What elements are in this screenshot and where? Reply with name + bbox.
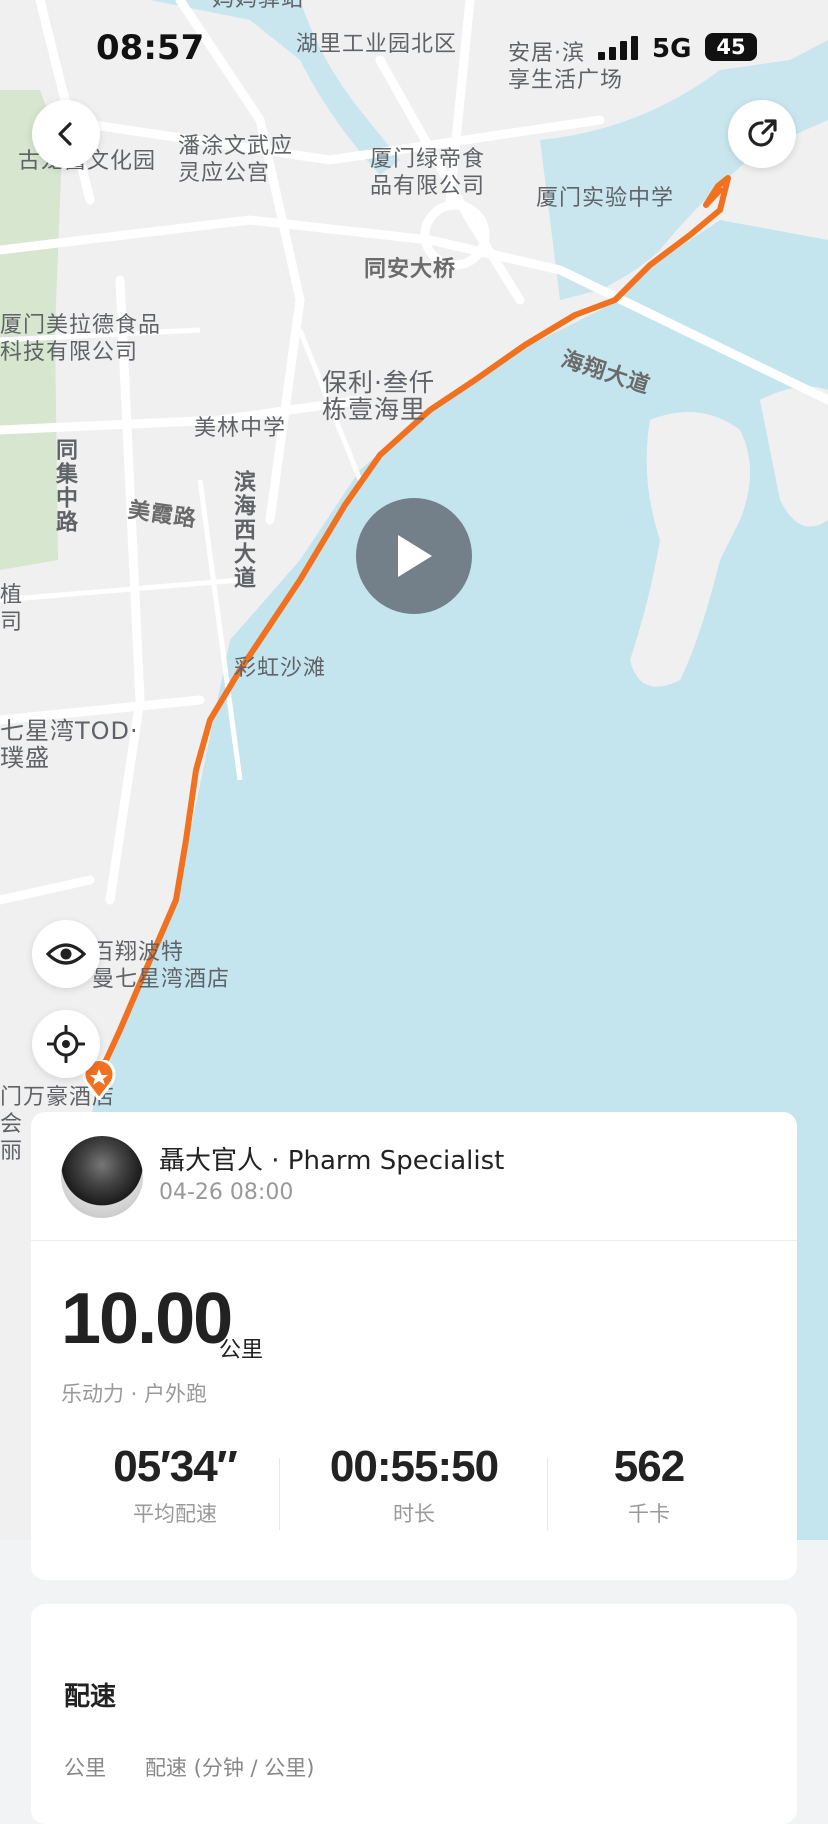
map-label: 百翔波特 曼七星湾酒店 bbox=[92, 940, 231, 992]
map-label: 保利·叁仟 栋壹海里 bbox=[322, 368, 435, 424]
stat-label: 平均配速 bbox=[133, 1502, 217, 1526]
pace-card: 配速 公里 配速 (分钟 / 公里) bbox=[31, 1604, 797, 1824]
distance-unit: 公里 bbox=[219, 1338, 264, 1363]
map-label: 厦门实验中学 bbox=[536, 186, 675, 211]
battery-icon: 45 bbox=[705, 33, 757, 61]
stat-label: 千卡 bbox=[628, 1502, 670, 1526]
map-label: 厦门绿帝食 品有限公司 bbox=[370, 147, 486, 199]
pace-col-km: 公里 bbox=[64, 1756, 106, 1780]
avatar[interactable] bbox=[61, 1136, 143, 1218]
map-label: 彩虹沙滩 bbox=[234, 656, 327, 681]
map-label: 滨海西大道 bbox=[230, 470, 255, 590]
stat-calories: 562 千卡 bbox=[531, 1442, 767, 1528]
map-label: 植 司 bbox=[0, 583, 24, 635]
map-label: 潘涂文武应 灵应公宫 bbox=[178, 134, 294, 186]
stat-divider bbox=[279, 1458, 280, 1530]
eye-icon bbox=[46, 943, 86, 965]
workout-summary-card: 聶大官人 · Pharm Specialist 04-26 08:00 10.0… bbox=[31, 1112, 797, 1580]
signal-icon bbox=[598, 36, 638, 60]
workout-datetime: 04-26 08:00 bbox=[159, 1180, 294, 1205]
status-time: 08:57 bbox=[96, 28, 205, 68]
stat-value: 562 bbox=[613, 1442, 685, 1491]
map-label: 同集中路 bbox=[52, 438, 77, 534]
back-button[interactable] bbox=[32, 100, 100, 168]
map-label: 同安大桥 bbox=[364, 257, 457, 282]
toggle-visibility-button[interactable] bbox=[32, 920, 100, 988]
map-label: 七星湾TOD· 璞盛 bbox=[0, 717, 139, 772]
pace-col-pace: 配速 (分钟 / 公里) bbox=[145, 1756, 315, 1780]
back-arrow-icon bbox=[58, 122, 72, 146]
network-type: 5G bbox=[652, 34, 692, 64]
locate-button[interactable] bbox=[32, 1010, 100, 1078]
stat-duration: 00:55:50 时长 bbox=[296, 1442, 532, 1528]
play-icon bbox=[398, 535, 432, 577]
play-route-button[interactable] bbox=[356, 498, 472, 614]
stat-label: 时长 bbox=[393, 1502, 435, 1526]
sport-type: 乐动力 · 户外跑 bbox=[61, 1382, 208, 1406]
locate-icon bbox=[47, 1025, 85, 1063]
stat-value: 00:55:50 bbox=[329, 1442, 499, 1491]
distance-value: 10.00 bbox=[61, 1279, 233, 1359]
stat-avg-pace: 05′34″ 平均配速 bbox=[57, 1442, 293, 1528]
pace-title: 配速 bbox=[64, 1682, 117, 1712]
map-label: 厦门美拉德食品 科技有限公司 bbox=[0, 313, 162, 365]
divider bbox=[31, 1240, 797, 1241]
stat-value: 05′34″ bbox=[113, 1442, 238, 1491]
map-label: 美林中学 bbox=[194, 416, 287, 441]
share-icon bbox=[748, 119, 777, 147]
share-button[interactable] bbox=[728, 100, 796, 168]
status-bar: 08:57 5G 45 bbox=[0, 0, 828, 96]
user-name[interactable]: 聶大官人 · Pharm Specialist bbox=[159, 1140, 504, 1177]
